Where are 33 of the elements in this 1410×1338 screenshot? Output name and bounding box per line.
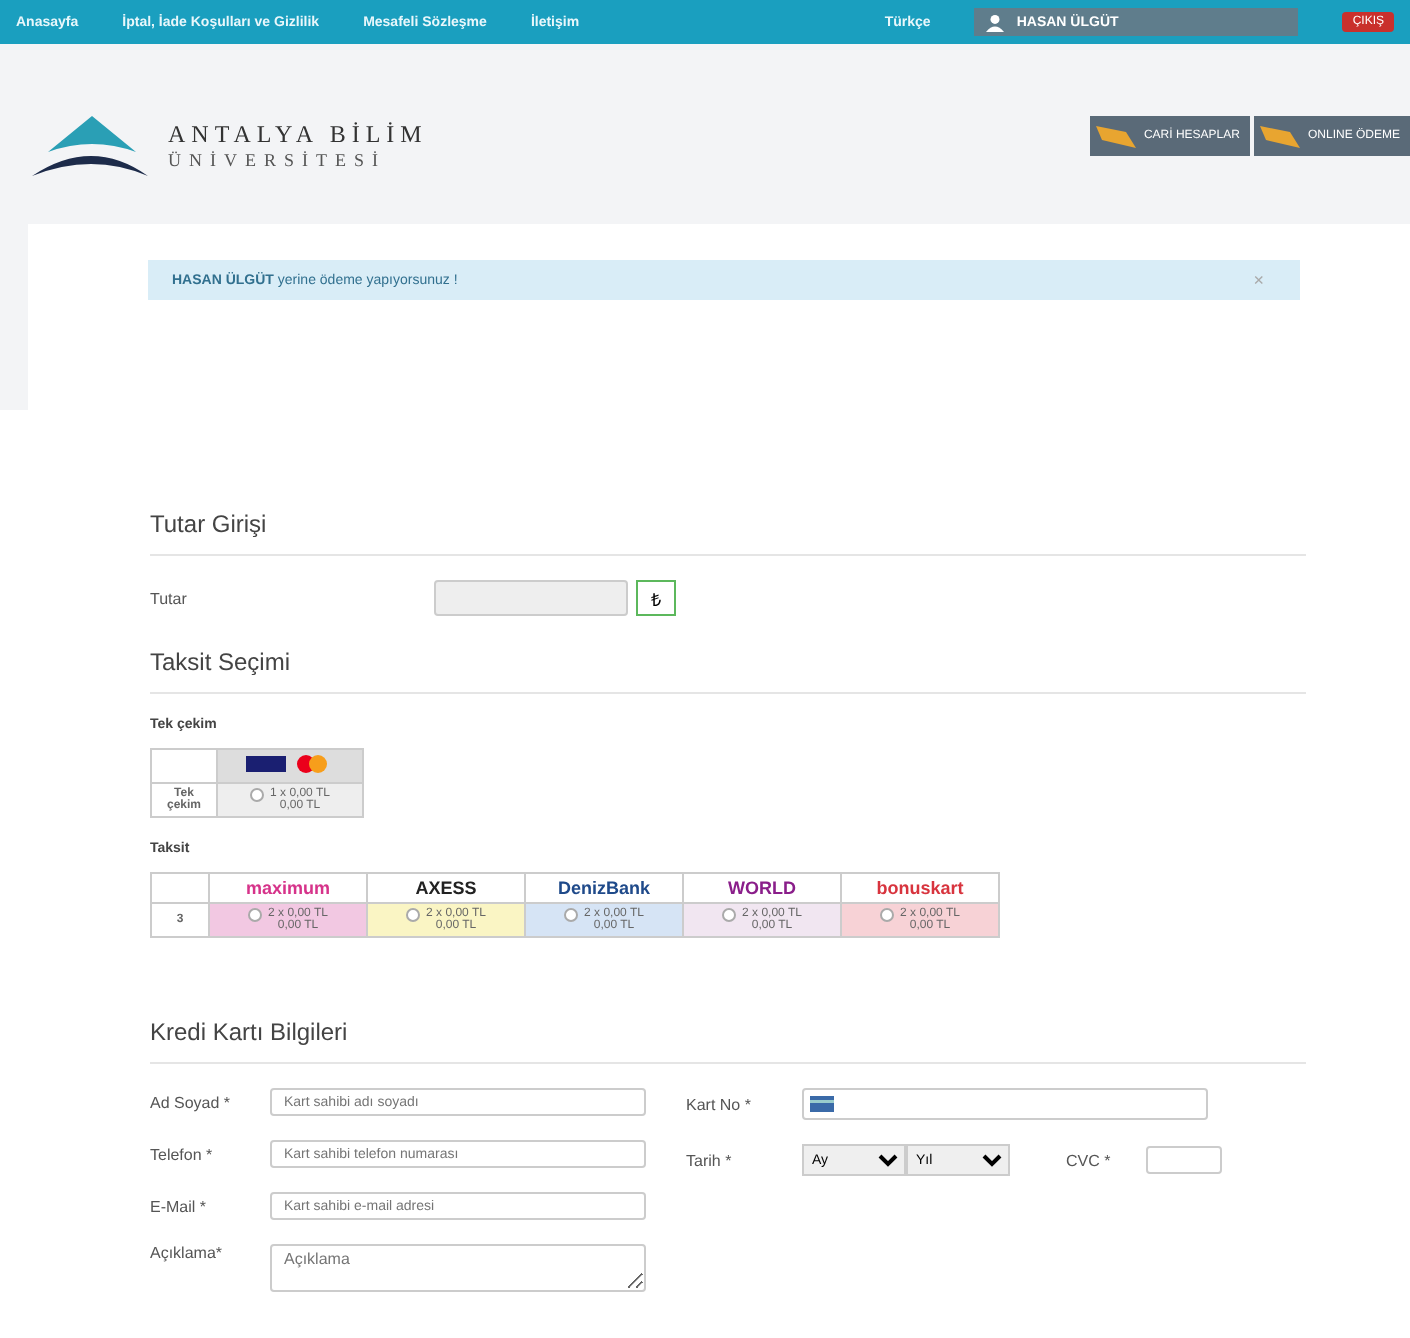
brand-logo: AXESS — [415, 878, 477, 898]
field-label: Tarih * — [686, 1151, 734, 1169]
field-label: CVC * — [1066, 1151, 1113, 1169]
logo-subtitle: ÜNİVERSİTESİ — [168, 150, 388, 170]
logo-title: ANTALYA BİLİM — [168, 120, 428, 150]
brand-logo: WORLD — [728, 878, 796, 898]
amount-field[interactable] — [434, 580, 628, 616]
radio-button[interactable] — [880, 908, 895, 922]
field-label: E-Mail * — [150, 1197, 209, 1215]
field-label: Açıklama* — [150, 1244, 225, 1262]
field-label: Telefon * — [150, 1145, 215, 1163]
card-number-field[interactable] — [802, 1088, 1208, 1120]
radio-button[interactable] — [248, 908, 263, 922]
section-title: Tutar Girişi — [150, 510, 1306, 556]
field-label: Kart No * — [686, 1095, 753, 1113]
radio-button[interactable] — [250, 788, 265, 802]
radio-button[interactable] — [564, 908, 579, 922]
card-stack-icon — [1257, 120, 1302, 152]
user-icon — [986, 13, 1005, 31]
card-stack-icon — [1093, 120, 1138, 152]
section-title: Taksit Seçimi — [150, 648, 1306, 694]
field-label: Tutar — [150, 589, 189, 607]
brand-logo: DenizBank — [557, 878, 650, 898]
brand-logo: maximum — [245, 878, 331, 898]
currency-button[interactable]: ₺ — [636, 580, 676, 616]
brand-logo: bonuskart — [876, 878, 964, 898]
cvc-field[interactable] — [1146, 1146, 1222, 1174]
field-label: Ad Soyad * — [150, 1093, 233, 1111]
textarea-field[interactable]: Açıklama — [270, 1244, 646, 1292]
section-title: Kredi Kartı Bilgileri — [150, 1018, 1306, 1064]
radio-button[interactable] — [722, 908, 737, 922]
radio-button[interactable] — [406, 908, 421, 922]
credit-card-icon — [810, 1096, 834, 1112]
